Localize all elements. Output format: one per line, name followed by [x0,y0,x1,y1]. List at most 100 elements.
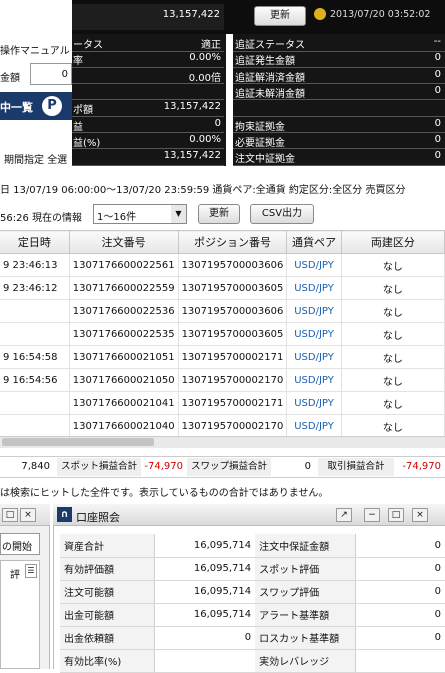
status-value: 13,157,422 [163,101,221,113]
status-label: ポ額 [73,105,93,117]
right-status-label: 追証未解消金額 [235,88,305,100]
table-cell: 1307176600022559 [69,276,179,300]
filter-text: 日 13/07/19 06:00:00〜13/07/20 23:59:59 通貨… [0,185,406,196]
account-label: 注文可能額 [60,580,156,604]
account-label: 注文中保証金額 [255,534,356,558]
table-row[interactable]: 9 23:46:13 1307176600022561 13071957000036… [0,253,445,277]
table-cell: 9 23:46:13 [0,253,70,277]
column-header[interactable]: 定日時 [0,230,70,254]
right-status-divider [233,99,445,101]
list-button-label: 中一覧 [0,101,33,114]
start-label: の開始 [2,542,32,553]
order-table: 定日時 注文番号 ポジション番号 通貨ペア 両建区分 9 23:46:13 1307176… [0,230,445,438]
minimize-icon[interactable]: − [364,508,380,522]
maximize-icon[interactable]: □ [388,508,404,522]
table-row[interactable]: 9 23:46:12 1307176600022559 13071957000036… [0,276,445,300]
status-value: 0.00% [189,133,221,145]
right-status-value: 0 [434,117,441,129]
left-list-item[interactable]: 評 [10,566,24,581]
amount-value: 0 [61,69,68,80]
account-close-icon[interactable]: × [412,508,428,522]
top-value: 13,157,422 [162,9,220,20]
table-cell: USD/JPY [286,253,342,277]
current-info: 56:26 現在の情報 [0,213,82,224]
trade-total-value: -74,970 [402,461,441,472]
status-value: 適正 [201,40,221,51]
table-cell: 1307176600021051 [69,345,179,369]
p-icon: P [42,96,62,116]
right-status-label: 拘束証拠金 [235,121,285,133]
account-label: 資産合計 [60,534,156,558]
account-row: 資産合計 16,095,714 注文中保証金額 0 [60,534,445,558]
totals-note: は検索にヒットした全件です。表示しているものの合計ではありません。 [0,488,329,499]
table-cell: なし [341,253,445,277]
table-cell [0,414,70,438]
account-row: 出金依頼額 0 ロスカット基準額 0 [60,626,445,650]
column-header[interactable]: 注文番号 [69,230,179,254]
account-table: 資産合計 16,095,714 注文中保証金額 0 有効評価額 16,095,714 スポッ… [60,534,445,673]
right-status-label: 追証ステータス [235,40,305,51]
table-row[interactable]: 1307176600021040 1307195700002170 USD/JPY な… [0,414,445,438]
trade-total-label: 取引損益合計 [318,458,394,476]
account-label: 出金依頼額 [60,626,156,650]
table-cell: なし [341,414,445,438]
account-value: 0 [355,603,445,627]
account-value: 16,095,714 [154,557,256,581]
csv-button[interactable]: CSV出力 [250,204,314,224]
table-row[interactable]: 9 16:54:58 1307176600021051 13071957000021… [0,345,445,369]
table-row[interactable]: 1307176600022536 1307195700003606 USD/JPY な… [0,299,445,323]
table-cell: 1307195700002171 [178,345,288,369]
table-cell: USD/JPY [286,276,342,300]
right-status-value: 0 [434,52,441,64]
column-header[interactable]: ポジション番号 [178,230,288,254]
status-value: 0 [214,117,221,129]
column-header[interactable]: 両建区分 [341,230,445,254]
right-status-value: -- [433,36,441,47]
amount-label: 金額 [0,73,20,84]
period-label: 期間指定 全選 [4,155,68,166]
account-title: 口座照会 [76,511,120,524]
right-status-label: 必要証拠金 [235,137,285,149]
right-status-value: 0 [434,133,441,145]
right-status-value: 0 [434,150,441,162]
list-view-icon[interactable]: ☰ [25,564,37,578]
account-value: 0 [355,626,445,650]
filter-refresh-button[interactable]: 更新 [198,204,240,224]
table-cell: 1307176600022536 [69,299,179,323]
user-icon [314,8,326,20]
table-cell: なし [341,368,445,392]
account-value: 0 [355,534,445,558]
totals-v1: 7,840 [21,461,50,472]
status-label: 益(%) [73,137,101,149]
close-icon[interactable]: × [20,508,36,522]
column-header[interactable]: 通貨ペア [286,230,342,254]
account-row: 注文可能額 16,095,714 スワップ評価 0 [60,580,445,604]
window-control-icon[interactable]: □ [2,508,18,522]
table-cell: なし [341,391,445,415]
swap-total-label: スワップ損益合計 [187,458,271,476]
table-cell: 1307195700003605 [178,322,288,346]
pin-icon[interactable]: ↗ [336,508,352,522]
right-status-label: 追証発生金額 [235,56,295,68]
status-divider [72,83,224,85]
table-cell: 1307176600022561 [69,253,179,277]
table-cell: 1307195700003605 [178,276,288,300]
table-row[interactable]: 1307176600021041 1307195700002171 USD/JPY な… [0,391,445,415]
right-status-value: 0 [434,68,441,80]
account-label: アラート基準額 [255,603,356,627]
top-datetime: 2013/07/20 03:52:02 [330,9,431,20]
top-refresh-button[interactable]: 更新 [254,6,306,26]
table-cell: USD/JPY [286,299,342,323]
table-row[interactable]: 9 16:54:56 1307176600021050 13071957000021… [0,368,445,392]
manual-link[interactable]: 操作マニュアル [0,42,72,57]
account-label: 出金可能額 [60,603,156,627]
chevron-down-icon: ▼ [171,205,186,223]
account-label: スワップ評価 [255,580,356,604]
status-value: 0.00% [189,52,221,64]
table-cell: USD/JPY [286,414,342,438]
account-row: 有効評価額 16,095,714 スポット評価 0 [60,557,445,581]
table-cell [0,391,70,415]
table-scroll-thumb[interactable] [2,438,154,446]
table-cell: 9 16:54:56 [0,368,70,392]
table-row[interactable]: 1307176600022535 1307195700003605 USD/JPY な… [0,322,445,346]
